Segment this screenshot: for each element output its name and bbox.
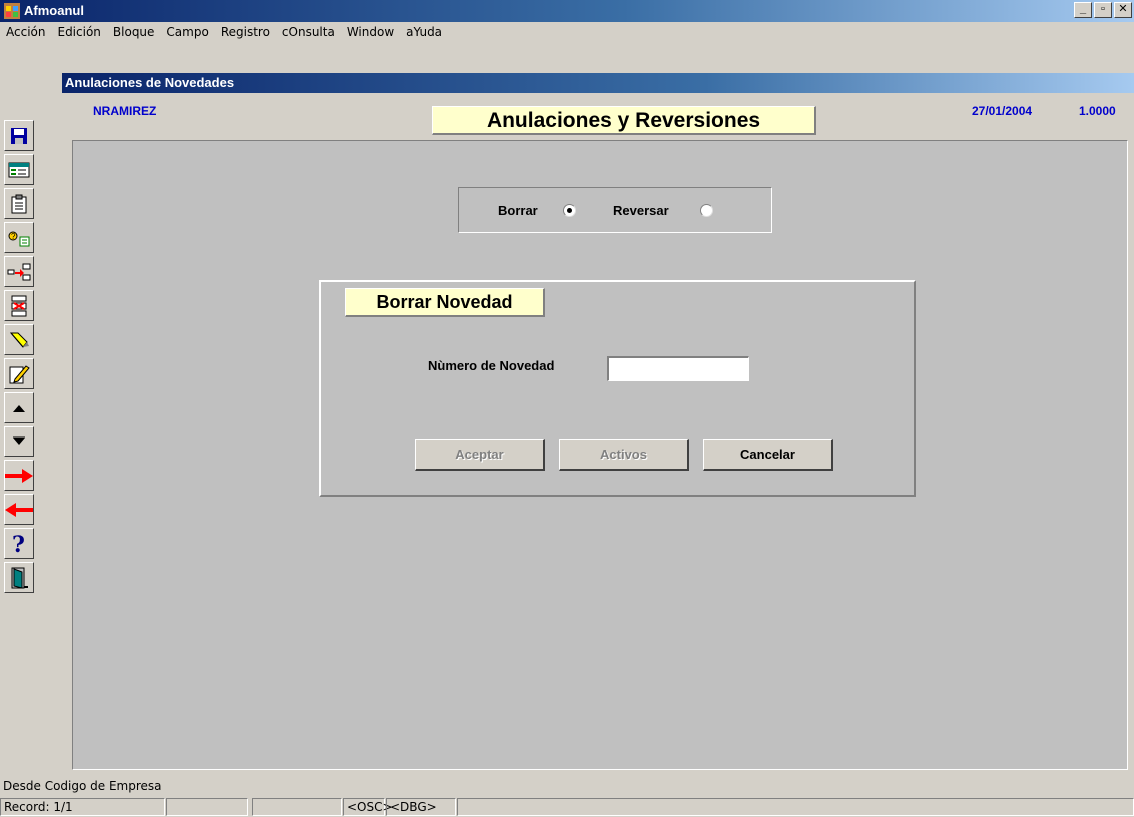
menu-accion[interactable]: Acción (0, 25, 51, 39)
date-label: 27/01/2004 (972, 104, 1033, 118)
next-block-icon (5, 468, 33, 483)
menu-campo[interactable]: Campo (160, 25, 214, 39)
form-canvas: Borrar Reversar Borrar Novedad Nùmero de… (72, 140, 1128, 770)
delete-record-icon (11, 295, 27, 316)
version-label: 1.0000 (1079, 104, 1116, 118)
menu-consulta[interactable]: cOnsulta (276, 25, 341, 39)
username-label: NRAMIREZ (93, 104, 157, 118)
radio-selected-dot (567, 208, 572, 213)
insert-record-icon (7, 263, 31, 280)
status-cell-empty-2 (252, 798, 342, 816)
clear-button[interactable] (4, 324, 34, 355)
inner-window: NRAMIREZ Anulaciones y Reversiones 27/01… (62, 93, 1134, 775)
status-hint: Desde Codigo de Empresa (3, 779, 162, 793)
osc-indicator: <OSC> (343, 798, 393, 816)
svg-text:?: ? (12, 533, 25, 555)
previous-record-icon (13, 404, 25, 412)
help-icon: ? (12, 533, 25, 555)
previous-block-icon (5, 502, 33, 517)
menu-registro[interactable]: Registro (215, 25, 276, 39)
list-values-icon (8, 162, 30, 177)
aceptar-button[interactable]: Aceptar (415, 439, 545, 471)
list-values-button[interactable] (4, 154, 34, 185)
insert-record-button[interactable] (4, 256, 34, 287)
help-button[interactable]: ? (4, 528, 34, 559)
delete-record-button[interactable] (4, 290, 34, 321)
previous-block-button[interactable] (4, 494, 34, 525)
dbg-indicator: <DBG> (386, 798, 456, 816)
app-icon (4, 3, 20, 19)
query-button[interactable]: ? (4, 222, 34, 253)
menu-bar: Acción Edición Bloque Campo Registro cOn… (0, 22, 1134, 42)
exit-button[interactable] (4, 562, 34, 593)
save-icon (11, 127, 27, 144)
numero-novedad-label: Nùmero de Novedad (428, 358, 555, 373)
radio-label-reversar: Reversar (613, 203, 669, 218)
status-cell-empty-1 (166, 798, 248, 816)
clear-icon (9, 332, 29, 348)
inner-window-title: Anulaciones de Novedades (62, 73, 1134, 93)
svg-text:?: ? (11, 232, 16, 241)
title-bar: Afmoanul _ ▫ ✕ (0, 0, 1134, 22)
window-title: Afmoanul (24, 3, 84, 18)
radio-borrar[interactable] (563, 204, 576, 217)
toolbar: ? ? (4, 120, 38, 596)
radio-reversar[interactable] (700, 204, 713, 217)
previous-record-button[interactable] (4, 392, 34, 423)
record-counter: Record: 1/1 (0, 798, 165, 816)
status-bar: Record: 1/1 <OSC> <DBG> (0, 797, 1134, 817)
query-icon: ? (8, 231, 30, 246)
borrar-novedad-panel: Borrar Novedad Nùmero de Novedad Aceptar… (319, 280, 916, 497)
clipboard-button[interactable] (4, 188, 34, 219)
status-cell-empty-3 (457, 798, 1134, 816)
minimize-button[interactable]: _ (1074, 2, 1092, 18)
edit-button[interactable] (4, 358, 34, 389)
next-record-icon (13, 436, 25, 445)
next-block-button[interactable] (4, 460, 34, 491)
maximize-button[interactable]: ▫ (1094, 2, 1112, 18)
exit-icon (11, 567, 28, 589)
radio-label-borrar: Borrar (498, 203, 538, 218)
save-button[interactable] (4, 120, 34, 151)
cancelar-button[interactable]: Cancelar (703, 439, 833, 471)
panel-title: Borrar Novedad (345, 288, 545, 317)
close-button[interactable]: ✕ (1114, 2, 1132, 18)
next-record-button[interactable] (4, 426, 34, 457)
menu-ayuda[interactable]: aYuda (400, 25, 448, 39)
form-title: Anulaciones y Reversiones (432, 106, 816, 135)
menu-edicion[interactable]: Edición (51, 25, 106, 39)
activos-button[interactable]: Activos (559, 439, 689, 471)
edit-icon (9, 364, 30, 383)
clipboard-icon (11, 194, 27, 213)
mode-radio-group: Borrar Reversar (458, 187, 772, 233)
menu-bloque[interactable]: Bloque (107, 25, 161, 39)
menu-window[interactable]: Window (341, 25, 400, 39)
numero-novedad-input[interactable] (607, 356, 749, 381)
